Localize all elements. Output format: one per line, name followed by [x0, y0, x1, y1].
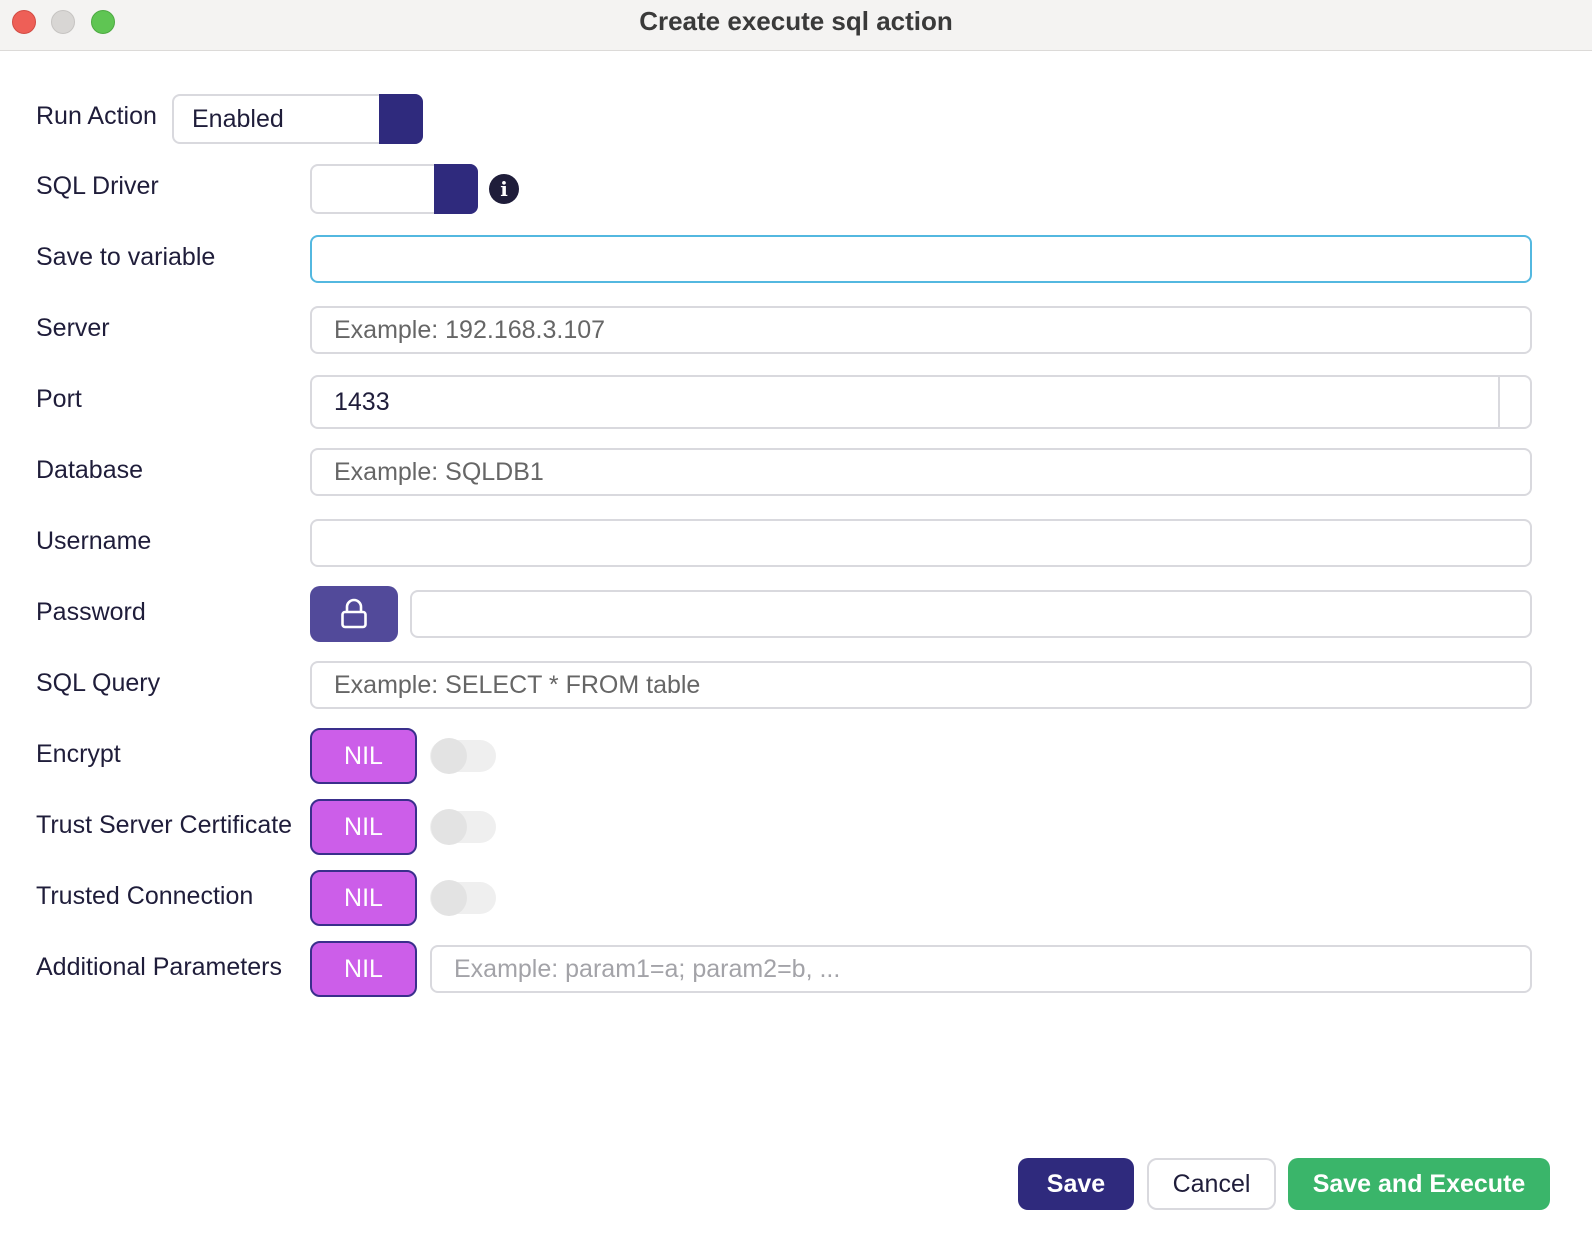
- encrypt-toggle[interactable]: [430, 738, 496, 774]
- additional-parameters-label: Additional Parameters: [36, 953, 282, 981]
- database-input[interactable]: Example: SQLDB1: [310, 448, 1532, 496]
- trusted-connection-toggle-knob: [431, 880, 467, 916]
- password-label: Password: [36, 598, 146, 626]
- port-label: Port: [36, 385, 82, 413]
- additional-parameters-nil-button[interactable]: NIL: [310, 941, 417, 997]
- sql-query-input[interactable]: Example: SELECT * FROM table: [310, 661, 1532, 709]
- trust-server-certificate-toggle-knob: [431, 809, 467, 845]
- username-label: Username: [36, 527, 152, 555]
- sql-query-placeholder: Example: SELECT * FROM table: [334, 670, 701, 699]
- additional-parameters-input[interactable]: Example: param1=a; param2=b, ...: [430, 945, 1532, 993]
- window-title: Create execute sql action: [639, 6, 953, 36]
- username-input[interactable]: [310, 519, 1532, 567]
- save-and-execute-button[interactable]: Save and Execute: [1288, 1158, 1550, 1210]
- run-action-dropdown-handle[interactable]: [379, 94, 423, 144]
- lock-icon: [341, 598, 367, 629]
- save-to-variable-input[interactable]: [310, 235, 1532, 283]
- save-to-variable-label: Save to variable: [36, 243, 216, 271]
- sql-driver-select[interactable]: [310, 164, 478, 214]
- encrypt-toggle-knob: [431, 738, 467, 774]
- trusted-connection-label: Trusted Connection: [36, 882, 254, 910]
- port-value: 1433: [334, 387, 390, 416]
- port-stepper-divider: [1498, 377, 1500, 427]
- trust-server-certificate-label: Trust Server Certificate: [36, 811, 293, 839]
- sql-driver-label: SQL Driver: [36, 172, 159, 200]
- additional-parameters-placeholder: Example: param1=a; param2=b, ...: [454, 954, 841, 983]
- run-action-label: Run Action: [36, 102, 157, 130]
- trusted-connection-toggle[interactable]: [430, 880, 496, 916]
- trust-server-certificate-nil-button[interactable]: NIL: [310, 799, 417, 855]
- server-input[interactable]: Example: 192.168.3.107: [310, 306, 1532, 354]
- password-lock-button[interactable]: [310, 586, 398, 642]
- run-action-value: Enabled: [192, 104, 284, 133]
- sql-query-label: SQL Query: [36, 669, 161, 697]
- save-button[interactable]: Save: [1018, 1158, 1134, 1210]
- server-label: Server: [36, 314, 110, 342]
- encrypt-nil-button[interactable]: NIL: [310, 728, 417, 784]
- database-placeholder: Example: SQLDB1: [334, 457, 544, 486]
- sql-driver-dropdown-handle[interactable]: [434, 164, 478, 214]
- run-action-select[interactable]: Enabled: [172, 94, 423, 144]
- server-placeholder: Example: 192.168.3.107: [334, 315, 606, 344]
- database-label: Database: [36, 456, 144, 484]
- window-titlebar: Create execute sql action: [0, 0, 1592, 51]
- password-input[interactable]: [410, 590, 1532, 638]
- cancel-button[interactable]: Cancel: [1147, 1158, 1276, 1210]
- info-icon[interactable]: i: [489, 174, 519, 204]
- trusted-connection-nil-button[interactable]: NIL: [310, 870, 417, 926]
- trust-server-certificate-toggle[interactable]: [430, 809, 496, 845]
- port-stepper[interactable]: 1433: [310, 375, 1532, 429]
- encrypt-label: Encrypt: [36, 740, 121, 768]
